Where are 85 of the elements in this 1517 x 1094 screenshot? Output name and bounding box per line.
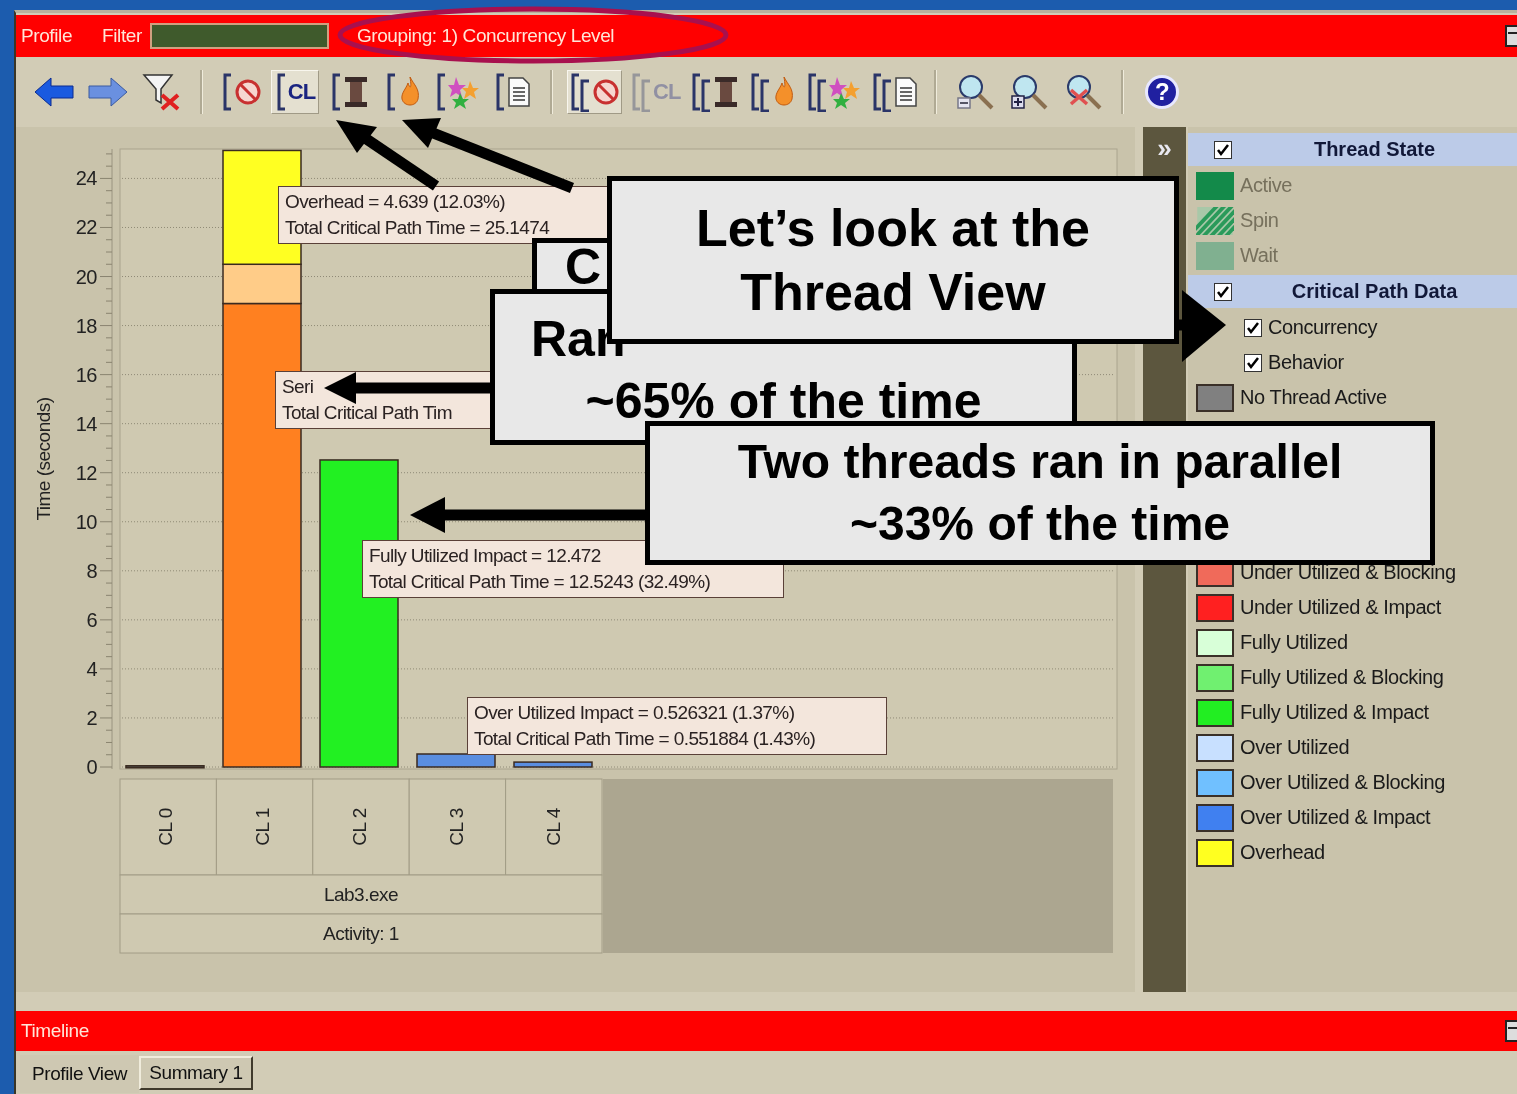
category-label: CL 4 bbox=[543, 808, 564, 846]
process-label: Lab3.exe bbox=[323, 884, 399, 905]
zoom-in-icon bbox=[1009, 72, 1050, 112]
category-label: CL 2 bbox=[349, 808, 370, 846]
axis-tick-label: 24 bbox=[75, 167, 97, 190]
stars-icon bbox=[448, 75, 480, 109]
funnel-x-icon bbox=[142, 73, 182, 111]
cl-icon: CL bbox=[287, 79, 316, 105]
right-arrow-icon bbox=[87, 76, 129, 108]
tooltip-text: Total Critical Path Time = 0.551884 (1.43%) bbox=[474, 727, 816, 751]
tooltip-text: Total Critical Path Time = 25.1474 bbox=[285, 216, 550, 240]
no-entry-icon bbox=[233, 78, 262, 106]
grouping-label: Grouping: 1) Concurrency Level bbox=[356, 25, 615, 47]
callout-text: ~65% of the time bbox=[585, 372, 982, 431]
legend-label: Over Utilized & Impact bbox=[1240, 806, 1431, 829]
collapse-button[interactable]: » bbox=[1157, 135, 1172, 161]
axis-tick-label: 2 bbox=[86, 706, 97, 729]
axis-tick-label: 12 bbox=[75, 461, 97, 484]
axis-tick-label: 14 bbox=[75, 412, 97, 435]
help-icon: ? bbox=[1145, 75, 1180, 109]
filter-label: Filter bbox=[102, 25, 142, 47]
left-arrow-icon bbox=[33, 76, 75, 108]
legend-label: Over Utilized bbox=[1240, 736, 1350, 759]
callout-text: Thread View bbox=[740, 262, 1046, 323]
checkbox[interactable] bbox=[1244, 318, 1262, 337]
document-icon bbox=[894, 76, 919, 108]
axis-tick-label: 6 bbox=[86, 608, 97, 631]
tooltip-text: Over Utilized Impact = 0.526321 (1.37%) bbox=[474, 701, 795, 725]
tooltip-text: Total Critical Path Tim bbox=[282, 401, 452, 425]
zoom-out-icon bbox=[955, 72, 996, 112]
callout-text: ~33% of the time bbox=[849, 496, 1231, 552]
spool-icon bbox=[342, 75, 369, 109]
spool-icon bbox=[713, 75, 740, 109]
panel-title: Timeline bbox=[21, 1020, 89, 1042]
checkbox[interactable] bbox=[1214, 140, 1232, 159]
tab[interactable]: Profile View bbox=[20, 1055, 140, 1093]
toolbar-button[interactable]: CL bbox=[271, 70, 319, 114]
axis-tick-label: 10 bbox=[75, 510, 97, 533]
window-restore-icon[interactable] bbox=[1505, 24, 1517, 48]
tooltip-text: Overhead = 4.639 (12.03%) bbox=[285, 190, 505, 214]
tab[interactable]: Summary 1 bbox=[139, 1056, 253, 1090]
no-entry-icon bbox=[592, 78, 620, 106]
legend-label: Behavior bbox=[1268, 351, 1344, 374]
legend-label: Under Utilized & Impact bbox=[1240, 596, 1441, 619]
legend-section-title: Critical Path Data bbox=[1290, 280, 1459, 303]
callout-text: Two threads ran in parallel bbox=[737, 434, 1343, 490]
tooltip-text: Seri bbox=[282, 375, 314, 399]
axis-title: Time (seconds) bbox=[33, 397, 54, 521]
filter-field[interactable] bbox=[149, 23, 329, 49]
legend-label: Fully Utilized & Blocking bbox=[1240, 666, 1444, 689]
axis-tick-label: 18 bbox=[75, 314, 97, 337]
axis-tick-label: 8 bbox=[86, 559, 97, 582]
checkbox[interactable] bbox=[1244, 353, 1262, 372]
axis-tick-label: 22 bbox=[75, 216, 97, 239]
axis-tick-label: 0 bbox=[86, 756, 97, 778]
tooltip-text: Total Critical Path Time = 12.5243 (32.49%) bbox=[369, 570, 711, 594]
tooltip-text: Fully Utilized Impact = 12.472 bbox=[369, 544, 601, 568]
legend-label: Fully Utilized & Impact bbox=[1240, 701, 1429, 724]
toolbar-button[interactable]: ? bbox=[1138, 70, 1187, 114]
legend-label: Fully Utilized bbox=[1240, 631, 1348, 654]
legend-label: Wait bbox=[1240, 244, 1278, 267]
category-label: CL 0 bbox=[155, 808, 176, 846]
panel-title: Profile bbox=[21, 25, 73, 47]
legend-label: Under Utilized & Blocking bbox=[1240, 561, 1456, 584]
stars-icon bbox=[829, 75, 862, 109]
legend-label: Spin bbox=[1240, 209, 1279, 232]
legend-section-title: Thread State bbox=[1312, 138, 1437, 161]
toolbar-button[interactable] bbox=[567, 70, 622, 114]
category-label: CL 3 bbox=[446, 808, 467, 846]
callout-text: C bbox=[565, 243, 602, 291]
axis-tick-label: 4 bbox=[86, 657, 97, 680]
axis-tick-label: 16 bbox=[75, 363, 97, 386]
cl-icon: CL bbox=[653, 79, 681, 105]
legend-label: Overhead bbox=[1240, 841, 1325, 864]
window-restore-icon[interactable] bbox=[1505, 1019, 1517, 1043]
activity-label: Activity: 1 bbox=[323, 923, 399, 944]
legend-label: No Thread Active bbox=[1240, 386, 1387, 409]
category-label: CL 1 bbox=[252, 808, 273, 846]
legend-label: Active bbox=[1240, 174, 1293, 197]
checkbox[interactable] bbox=[1214, 282, 1232, 301]
axis-tick-label: 20 bbox=[75, 265, 97, 288]
callout-text: Let’s look at the bbox=[696, 198, 1090, 259]
document-icon bbox=[506, 76, 531, 108]
legend-label: Over Utilized & Blocking bbox=[1240, 771, 1445, 794]
legend-label: Concurrency bbox=[1268, 316, 1377, 339]
